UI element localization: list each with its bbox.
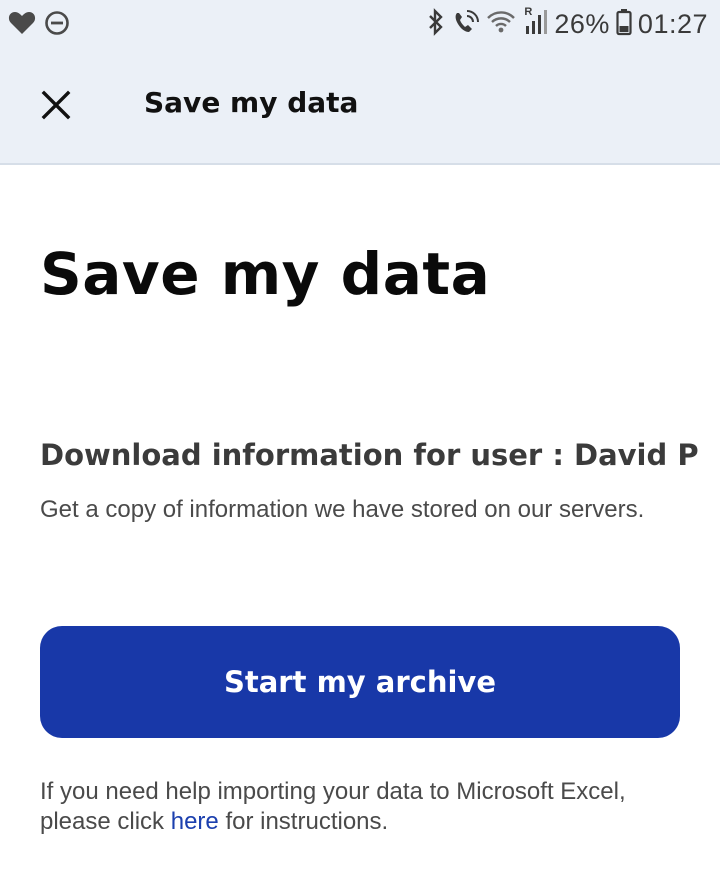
app-bar-title: Save my data (144, 86, 359, 119)
help-link[interactable]: here (171, 808, 219, 835)
battery-icon (616, 8, 632, 40)
wifi-icon (486, 9, 516, 39)
start-archive-button[interactable]: Start my archive (40, 626, 680, 738)
help-text-after: for instructions. (218, 808, 389, 835)
signal-icon: R (522, 6, 548, 40)
roaming-indicator: R (524, 6, 533, 18)
app-bar: Save my data (0, 48, 720, 165)
heart-icon (8, 10, 36, 40)
bluetooth-icon (426, 8, 446, 40)
section-description: Get a copy of information we have stored… (40, 496, 645, 523)
status-bar: R 26% 01:27 (0, 0, 720, 48)
battery-percent: 26% (554, 8, 610, 39)
clock: 01:27 (637, 8, 708, 39)
status-bar-right: R 26% 01:27 (426, 6, 708, 42)
page-title: Save my data (40, 240, 491, 308)
help-text: If you need help importing your data to … (40, 777, 680, 837)
close-button[interactable] (34, 85, 78, 129)
close-icon (40, 89, 72, 125)
wifi-calling-icon (452, 8, 480, 40)
start-archive-button-label: Start my archive (223, 665, 497, 699)
section-title: Download information for user : David P (40, 438, 699, 472)
status-bar-left (8, 10, 70, 40)
do-not-disturb-icon (44, 10, 70, 40)
